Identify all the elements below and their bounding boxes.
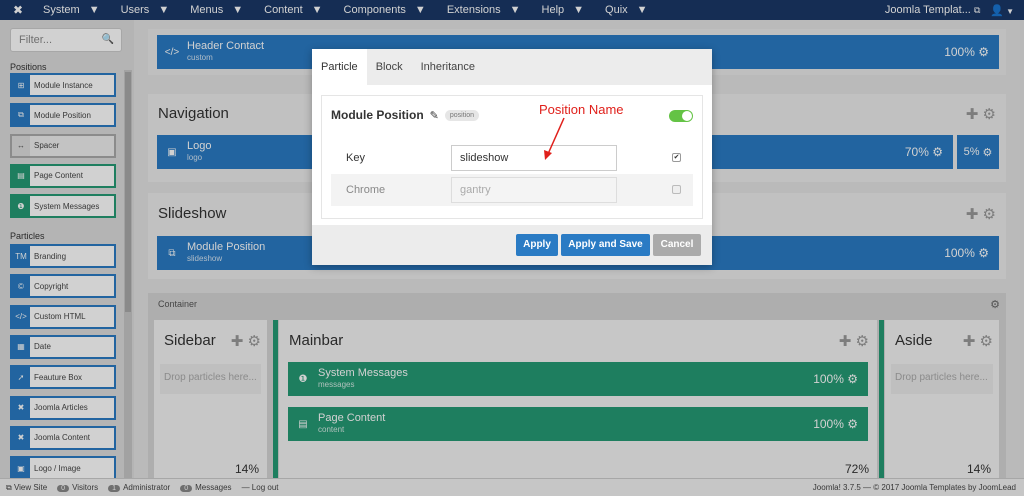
particle-settings-card: Module Position ✎ position Key slideshow…: [321, 95, 703, 219]
chrome-override-checkbox[interactable]: [672, 185, 681, 194]
particle-title: Module Position: [331, 108, 424, 122]
tab-inheritance[interactable]: Inheritance: [412, 49, 484, 85]
position-name-annotation: Position Name: [539, 102, 624, 117]
chrome-row: Chrome gantry: [331, 174, 693, 206]
tab-particle[interactable]: Particle: [312, 49, 367, 85]
modal-footer: Apply Apply and Save Cancel: [312, 225, 712, 265]
apply-button[interactable]: Apply: [516, 234, 558, 256]
tab-block[interactable]: Block: [367, 49, 412, 85]
key-label: Key: [346, 152, 365, 164]
cancel-button[interactable]: Cancel: [653, 234, 701, 256]
particle-type-badge: position: [444, 109, 480, 121]
apply-and-save-button[interactable]: Apply and Save: [561, 234, 650, 256]
chrome-label: Chrome: [346, 184, 386, 196]
particle-settings-modal: Particle Block Inheritance Module Positi…: [312, 49, 712, 265]
key-input[interactable]: slideshow: [451, 145, 617, 171]
key-row: Key slideshow ✔: [331, 142, 693, 174]
modal-tabs: Particle Block Inheritance: [312, 49, 712, 85]
particle-heading: Module Position ✎ position: [331, 108, 480, 122]
annotation-arrow-icon: [544, 117, 565, 160]
chrome-input[interactable]: gantry: [451, 177, 617, 203]
pencil-icon[interactable]: ✎: [430, 109, 439, 122]
key-override-checkbox[interactable]: ✔: [672, 153, 681, 162]
enabled-toggle[interactable]: [669, 110, 693, 122]
